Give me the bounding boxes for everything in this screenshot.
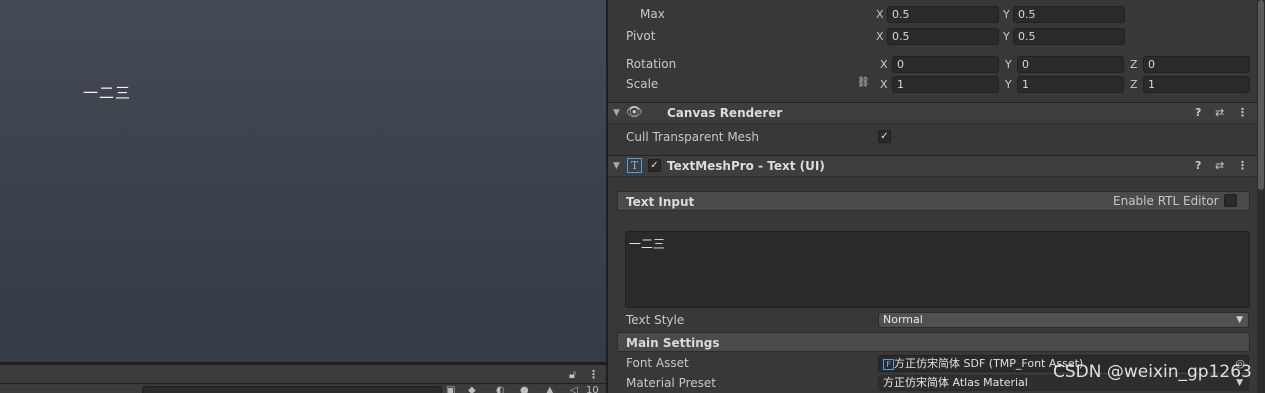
font-asset-icon: F: [883, 358, 894, 370]
tmp-title[interactable]: TextMeshPro - Text (UI): [667, 159, 825, 173]
info-icon[interactable]: ●: [520, 385, 529, 393]
component-menu-icon[interactable]: ⋮: [1237, 106, 1248, 119]
help-icon[interactable]: ?: [1195, 106, 1201, 119]
textmeshpro-icon: T: [627, 158, 642, 173]
scale-y-axis-label[interactable]: Y: [1005, 78, 1012, 91]
rotation-label: Rotation: [626, 57, 677, 71]
pivot-x-axis-label[interactable]: X: [876, 30, 884, 43]
scale-z-field[interactable]: 1: [1143, 76, 1250, 93]
enable-rtl-editor-label: Enable RTL Editor: [1113, 194, 1219, 208]
scale-x-axis-label[interactable]: X: [880, 78, 888, 91]
visibility-count: 10: [586, 385, 599, 393]
cull-transparent-mesh-label: Cull Transparent Mesh: [626, 130, 759, 144]
rotation-x-field[interactable]: 0: [892, 56, 999, 73]
chevron-down-icon: ▼: [1236, 315, 1243, 325]
rotation-y-axis-label[interactable]: Y: [1005, 58, 1012, 71]
pivot-y-field[interactable]: 0.5: [1013, 28, 1125, 45]
canvas-renderer-foldout-icon[interactable]: ▼: [613, 108, 620, 118]
tmp-foldout-icon[interactable]: ▼: [613, 161, 620, 171]
rotation-x-axis-label[interactable]: X: [880, 58, 888, 71]
presets-icon[interactable]: ⇄: [1215, 159, 1224, 172]
enable-rtl-editor-checkbox[interactable]: [1224, 194, 1237, 207]
material-preset-value: 方正仿宋简体 Atlas Material: [883, 376, 1028, 389]
text-style-dropdown[interactable]: Normal ▼: [878, 312, 1249, 328]
main-settings-label: Main Settings: [626, 336, 720, 350]
label-filter-icon[interactable]: ◐: [496, 385, 505, 393]
pivot-y-axis-label[interactable]: Y: [1003, 30, 1010, 43]
unity-editor: 一二三 🔓︎ ⋮ ▣ ◆ ◐ ● ▲ ◁ 10 Max X 0.5 Y 0.5 …: [0, 0, 1265, 393]
constrain-proportions-icon[interactable]: ⛓︎: [857, 77, 870, 88]
text-style-value: Normal: [883, 313, 923, 326]
bottom-tab-bar: [0, 365, 606, 384]
scale-z-axis-label[interactable]: Z: [1130, 78, 1138, 91]
kebab-menu-icon[interactable]: ⋮: [588, 368, 599, 381]
max-y-field[interactable]: 0.5: [1013, 6, 1125, 23]
scrollbar-thumb[interactable]: [1258, 0, 1264, 190]
scale-label: Scale: [626, 77, 659, 91]
max-label: Max: [640, 7, 665, 21]
visibility-count-icon[interactable]: ◁: [570, 385, 578, 393]
main-settings-section[interactable]: Main Settings: [617, 332, 1250, 352]
component-menu-icon[interactable]: ⋮: [1237, 159, 1248, 172]
rotation-z-axis-label[interactable]: Z: [1130, 58, 1138, 71]
material-preset-label: Material Preset: [626, 376, 716, 390]
cull-transparent-mesh-checkbox[interactable]: ✓: [878, 130, 891, 143]
max-y-axis-label[interactable]: Y: [1003, 8, 1010, 21]
text-input-area[interactable]: 一二三: [625, 231, 1250, 308]
max-x-axis-label[interactable]: X: [876, 8, 884, 21]
type-filter-icon[interactable]: ◆: [468, 385, 476, 393]
eye-icon: 👁︎: [626, 105, 643, 120]
rotation-y-field[interactable]: 0: [1017, 56, 1124, 73]
text-style-label: Text Style: [626, 313, 685, 327]
max-x-field[interactable]: 0.5: [887, 6, 999, 23]
filter-icon[interactable]: ▣: [446, 385, 455, 393]
scale-y-field[interactable]: 1: [1017, 76, 1124, 93]
scene-view[interactable]: [0, 0, 606, 362]
warning-icon[interactable]: ▲: [546, 385, 554, 393]
search-input[interactable]: [142, 386, 442, 393]
scene-text-object[interactable]: 一二三: [83, 82, 131, 103]
text-input-label: Text Input: [626, 195, 695, 209]
help-icon[interactable]: ?: [1195, 159, 1201, 172]
pivot-x-field[interactable]: 0.5: [887, 28, 999, 45]
canvas-renderer-title[interactable]: Canvas Renderer: [667, 106, 782, 120]
presets-icon[interactable]: ⇄: [1215, 106, 1224, 119]
lock-icon[interactable]: 🔓︎: [569, 368, 576, 382]
tmp-enabled-checkbox[interactable]: ✓: [648, 159, 661, 172]
rotation-z-field[interactable]: 0: [1143, 56, 1250, 73]
watermark: CSDN @weixin_gp1263: [1053, 362, 1252, 382]
font-asset-label: Font Asset: [626, 356, 689, 370]
pivot-label: Pivot: [626, 29, 656, 43]
scale-x-field[interactable]: 1: [892, 76, 999, 93]
